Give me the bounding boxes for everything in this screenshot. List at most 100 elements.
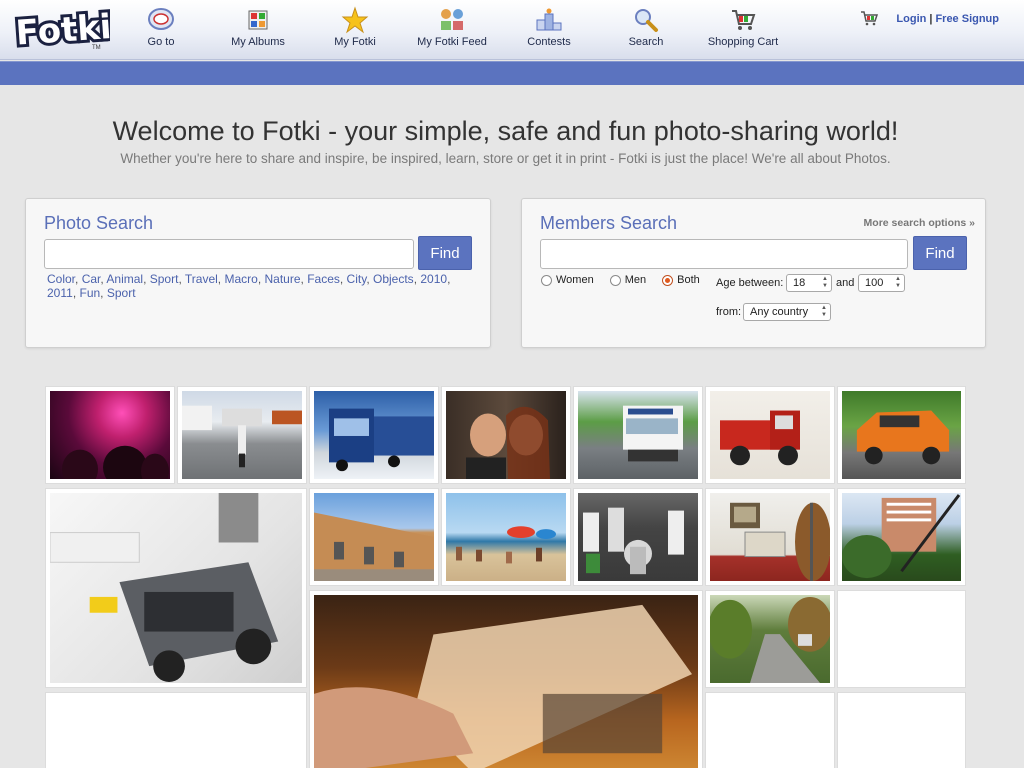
photo-thumbnail[interactable] (309, 386, 439, 484)
more-search-options-link[interactable]: More search options » (864, 217, 975, 229)
podium-icon (536, 8, 562, 31)
photo-tag-list: Color, Car, Animal, Sport, Travel, Macro… (47, 272, 451, 300)
age-min-value: 18 (793, 277, 806, 289)
tag-link[interactable]: Objects (373, 272, 414, 286)
nav-my-fotki[interactable]: My Fotki (305, 6, 405, 48)
photo-thumbnail-placeholder (705, 692, 835, 768)
radio-women-label: Women (556, 274, 594, 286)
nav-my-albums-label: My Albums (231, 36, 285, 48)
age-between-label: Age between: (716, 277, 784, 289)
age-max-stepper[interactable]: 100 ▲ ▼ (858, 274, 905, 292)
nav-search[interactable]: Search (596, 6, 696, 48)
photo-thumbnail[interactable] (309, 488, 439, 586)
tag-link[interactable]: Color (47, 272, 75, 286)
mini-cart-icon[interactable] (860, 10, 878, 26)
free-signup-link[interactable]: Free Signup (935, 13, 999, 25)
stepper-arrows-icon: ▲ ▼ (895, 276, 901, 289)
radio-men-label: Men (624, 274, 647, 286)
photo-thumbnail-placeholder (837, 590, 966, 688)
tag-link[interactable]: City (347, 272, 367, 286)
welcome-heading: Welcome to Fotki - your simple, safe and… (112, 116, 899, 146)
age-min-stepper[interactable]: 18 ▲ ▼ (786, 274, 832, 292)
photo-thumbnail[interactable] (309, 590, 703, 768)
age-max-value: 100 (865, 277, 884, 289)
country-select-value: Any country (750, 306, 809, 318)
tag-link[interactable]: Animal (106, 272, 143, 286)
tag-link[interactable]: 2010 (420, 272, 447, 286)
fotki-logo[interactable]: Fotki TM (14, 4, 110, 52)
nav-goto[interactable]: Go to (111, 6, 211, 48)
account-links: Login | Free Signup (896, 13, 999, 25)
country-select[interactable]: Any country ▲ ▼ (743, 303, 831, 321)
photo-thumbnail[interactable] (45, 386, 175, 484)
members-search-panel: Members Search More search options » Fin… (521, 198, 986, 348)
nav-contests[interactable]: Contests (499, 6, 599, 48)
welcome-tagline: Whether you're here to share and inspire… (120, 151, 891, 166)
blue-truck-photo (314, 391, 434, 479)
tag-link[interactable]: Travel (185, 272, 218, 286)
photo-thumbnail[interactable] (45, 488, 307, 688)
tag-link[interactable]: Nature (264, 272, 300, 286)
radio-men[interactable] (609, 274, 621, 286)
orange-car-photo (842, 391, 961, 479)
star-icon (341, 6, 369, 34)
photo-thumbnail[interactable] (441, 488, 571, 586)
albums-icon (248, 10, 268, 30)
skater-parking-photo (182, 391, 302, 479)
photo-thumbnail[interactable] (441, 386, 571, 484)
photo-search-input[interactable] (44, 239, 414, 269)
tag-link[interactable]: Faces (307, 272, 340, 286)
header-blue-strip (0, 61, 1024, 85)
photo-thumbnail[interactable] (837, 488, 966, 586)
radio-both-label: Both (677, 274, 700, 286)
photo-thumbnail[interactable] (705, 488, 835, 586)
nav-my-fotki-feed-label: My Fotki Feed (417, 36, 487, 48)
photo-thumbnail[interactable] (177, 386, 307, 484)
account-links-separator: | (929, 13, 933, 25)
vintage-radio-photo (710, 493, 830, 581)
photo-thumbnail[interactable] (705, 386, 835, 484)
hands-paper-photo (314, 595, 698, 768)
photo-thumbnail-placeholder (837, 692, 966, 768)
tag-link[interactable]: Fun (79, 286, 100, 300)
nav-contests-label: Contests (527, 36, 571, 48)
nav-goto-label: Go to (147, 36, 175, 48)
nav-my-fotki-label: My Fotki (334, 36, 376, 48)
feed-icon (441, 9, 463, 30)
photo-search-title: Photo Search (44, 213, 154, 233)
svg-text:TM: TM (92, 45, 101, 51)
forest-path-photo (710, 595, 830, 683)
photo-thumbnail[interactable] (573, 386, 703, 484)
old-building-photo (314, 493, 434, 581)
costume-parade-photo (578, 493, 698, 581)
photo-thumbnail[interactable] (705, 590, 835, 688)
concert-photo (50, 391, 170, 479)
members-search-title: Members Search (540, 213, 678, 233)
nav-shopping-cart[interactable]: Shopping Cart (693, 6, 793, 48)
photo-thumbnail[interactable] (837, 386, 966, 484)
select-arrows-icon: ▲ ▼ (821, 305, 827, 318)
compass-icon (148, 8, 174, 30)
model-car-kit-photo (50, 493, 302, 683)
nav-search-label: Search (628, 36, 664, 48)
photo-thumbnail-placeholder (45, 692, 307, 768)
tag-link[interactable]: Sport (107, 286, 136, 300)
login-link[interactable]: Login (896, 13, 926, 25)
members-search-input[interactable] (540, 239, 908, 269)
city-trees-photo (842, 493, 961, 581)
tag-link[interactable]: Car (82, 272, 101, 286)
photo-thumbnail[interactable] (573, 488, 703, 586)
tag-link[interactable]: Macro (224, 272, 257, 286)
nav-my-albums[interactable]: My Albums (208, 6, 308, 48)
from-label: from: (716, 306, 742, 318)
members-search-find-button[interactable]: Find (913, 236, 967, 270)
white-truck-road-photo (578, 391, 698, 479)
radio-both[interactable] (662, 274, 674, 286)
beach-crowd-photo (446, 493, 566, 581)
photo-search-find-button[interactable]: Find (418, 236, 472, 270)
tag-link[interactable]: 2011 (47, 286, 73, 300)
radio-women[interactable] (541, 274, 552, 286)
tag-link[interactable]: Sport (150, 272, 179, 286)
cart-icon (732, 10, 756, 30)
nav-my-fotki-feed[interactable]: My Fotki Feed (402, 6, 502, 48)
